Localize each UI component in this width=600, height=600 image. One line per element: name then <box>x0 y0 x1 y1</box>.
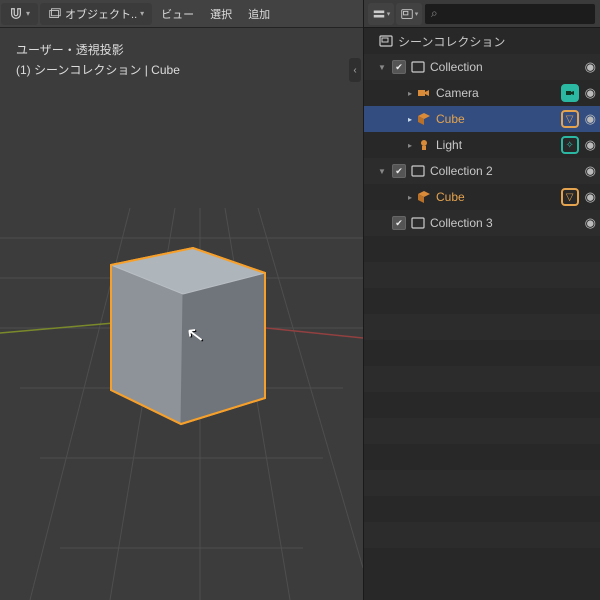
camera-data-icon[interactable] <box>561 84 579 102</box>
header-view-menu[interactable]: ビュー <box>153 6 202 22</box>
viewport-canvas[interactable] <box>0 28 363 600</box>
eye-icon[interactable]: ◉ <box>585 215 596 231</box>
disclose-icon[interactable]: ▸ <box>404 141 416 150</box>
collection-icon <box>400 7 414 21</box>
outliner-row-light[interactable]: ▸ Light ✧ ◉ <box>364 132 600 158</box>
row-label: Collection <box>426 60 581 74</box>
disclose-icon[interactable]: ▼ <box>376 167 388 176</box>
outliner-panel: ▾ ▾ ⌕ シーンコレクション ▼ Collection ◉ ▸ <box>363 0 600 600</box>
outliner-empty-row <box>364 470 600 496</box>
eye-icon[interactable]: ◉ <box>585 137 596 153</box>
collection-icon <box>410 163 426 179</box>
outliner-search-input[interactable] <box>441 8 589 20</box>
object-mode-icon <box>48 7 62 21</box>
outliner-empty-row <box>364 366 600 392</box>
outliner-empty-row <box>364 314 600 340</box>
outliner-empty-row <box>364 288 600 314</box>
row-label: Collection 3 <box>426 216 581 230</box>
eye-icon[interactable]: ◉ <box>585 111 596 127</box>
outliner-row-collection-2[interactable]: ▼ Collection 2 ◉ <box>364 158 600 184</box>
magnet-icon <box>9 7 23 21</box>
row-label: Collection 2 <box>426 164 581 178</box>
collection-checkbox[interactable] <box>392 60 406 74</box>
mode-selector-label: オブジェクト.. <box>65 6 137 22</box>
outliner-empty-row <box>364 262 600 288</box>
outliner-header: ▾ ▾ ⌕ <box>364 0 600 28</box>
sidebar-toggle[interactable]: ‹ <box>349 58 361 82</box>
row-label: Cube <box>432 112 557 126</box>
outliner-row-cube-active[interactable]: ▸ Cube ▽ ◉ <box>364 106 600 132</box>
camera-icon <box>416 85 432 101</box>
row-label: Light <box>432 138 557 152</box>
outliner-empty-row <box>364 496 600 522</box>
collection-icon <box>410 59 426 75</box>
viewport-3d[interactable]: ▾ オブジェクト.. ▾ ビュー 選択 追加 <box>0 0 363 600</box>
disclose-icon[interactable]: ▼ <box>376 63 388 72</box>
outliner-empty-row <box>364 392 600 418</box>
outliner-tree[interactable]: シーンコレクション ▼ Collection ◉ ▸ Camera ◉ ▸ Cu… <box>364 28 600 574</box>
outliner-empty-row <box>364 236 600 262</box>
view-layer-icon <box>372 7 386 21</box>
row-label: Cube <box>432 190 557 204</box>
eye-icon[interactable]: ◉ <box>585 59 596 75</box>
outliner-empty-row <box>364 444 600 470</box>
outliner-row-collection-3[interactable]: ▼ Collection 3 ◉ <box>364 210 600 236</box>
viewport-header: ▾ オブジェクト.. ▾ ビュー 選択 追加 <box>0 0 363 28</box>
outliner-root[interactable]: シーンコレクション <box>364 28 600 54</box>
mesh-icon <box>416 189 432 205</box>
mesh-data-icon[interactable]: ▽ <box>561 188 579 206</box>
interaction-mode-dropdown[interactable]: ▾ <box>1 3 38 25</box>
outliner-row-cube-linked[interactable]: ▸ Cube ▽ ◉ <box>364 184 600 210</box>
outliner-empty-row <box>364 418 600 444</box>
disclose-icon[interactable]: ▸ <box>404 193 416 202</box>
outliner-row-collection[interactable]: ▼ Collection ◉ <box>364 54 600 80</box>
outliner-row-camera[interactable]: ▸ Camera ◉ <box>364 80 600 106</box>
outliner-empty-row <box>364 548 600 574</box>
mesh-data-icon[interactable]: ▽ <box>561 110 579 128</box>
light-data-icon[interactable]: ✧ <box>561 136 579 154</box>
collection-checkbox[interactable] <box>392 164 406 178</box>
header-add-menu[interactable]: 追加 <box>240 6 278 22</box>
eye-icon[interactable]: ◉ <box>585 163 596 179</box>
eye-icon[interactable]: ◉ <box>585 189 596 205</box>
row-label: Camera <box>432 86 557 100</box>
header-select-menu[interactable]: 選択 <box>202 6 240 22</box>
disclose-icon[interactable]: ▸ <box>404 89 416 98</box>
collection-icon <box>410 215 426 231</box>
mesh-icon <box>416 111 432 127</box>
outliner-search[interactable]: ⌕ <box>424 3 596 25</box>
outliner-root-label: シーンコレクション <box>394 33 596 50</box>
outliner-empty-row <box>364 340 600 366</box>
display-mode-dropdown[interactable]: ▾ <box>368 3 394 25</box>
scene-collection-icon <box>378 33 394 49</box>
filter-dropdown[interactable]: ▾ <box>396 3 422 25</box>
light-icon <box>416 137 432 153</box>
mode-selector[interactable]: オブジェクト.. ▾ <box>40 3 152 25</box>
eye-icon[interactable]: ◉ <box>585 85 596 101</box>
selected-cube[interactable] <box>111 248 265 424</box>
collection-checkbox[interactable] <box>392 216 406 230</box>
outliner-empty-row <box>364 522 600 548</box>
search-icon: ⌕ <box>431 6 438 21</box>
disclose-icon[interactable]: ▸ <box>404 115 416 124</box>
